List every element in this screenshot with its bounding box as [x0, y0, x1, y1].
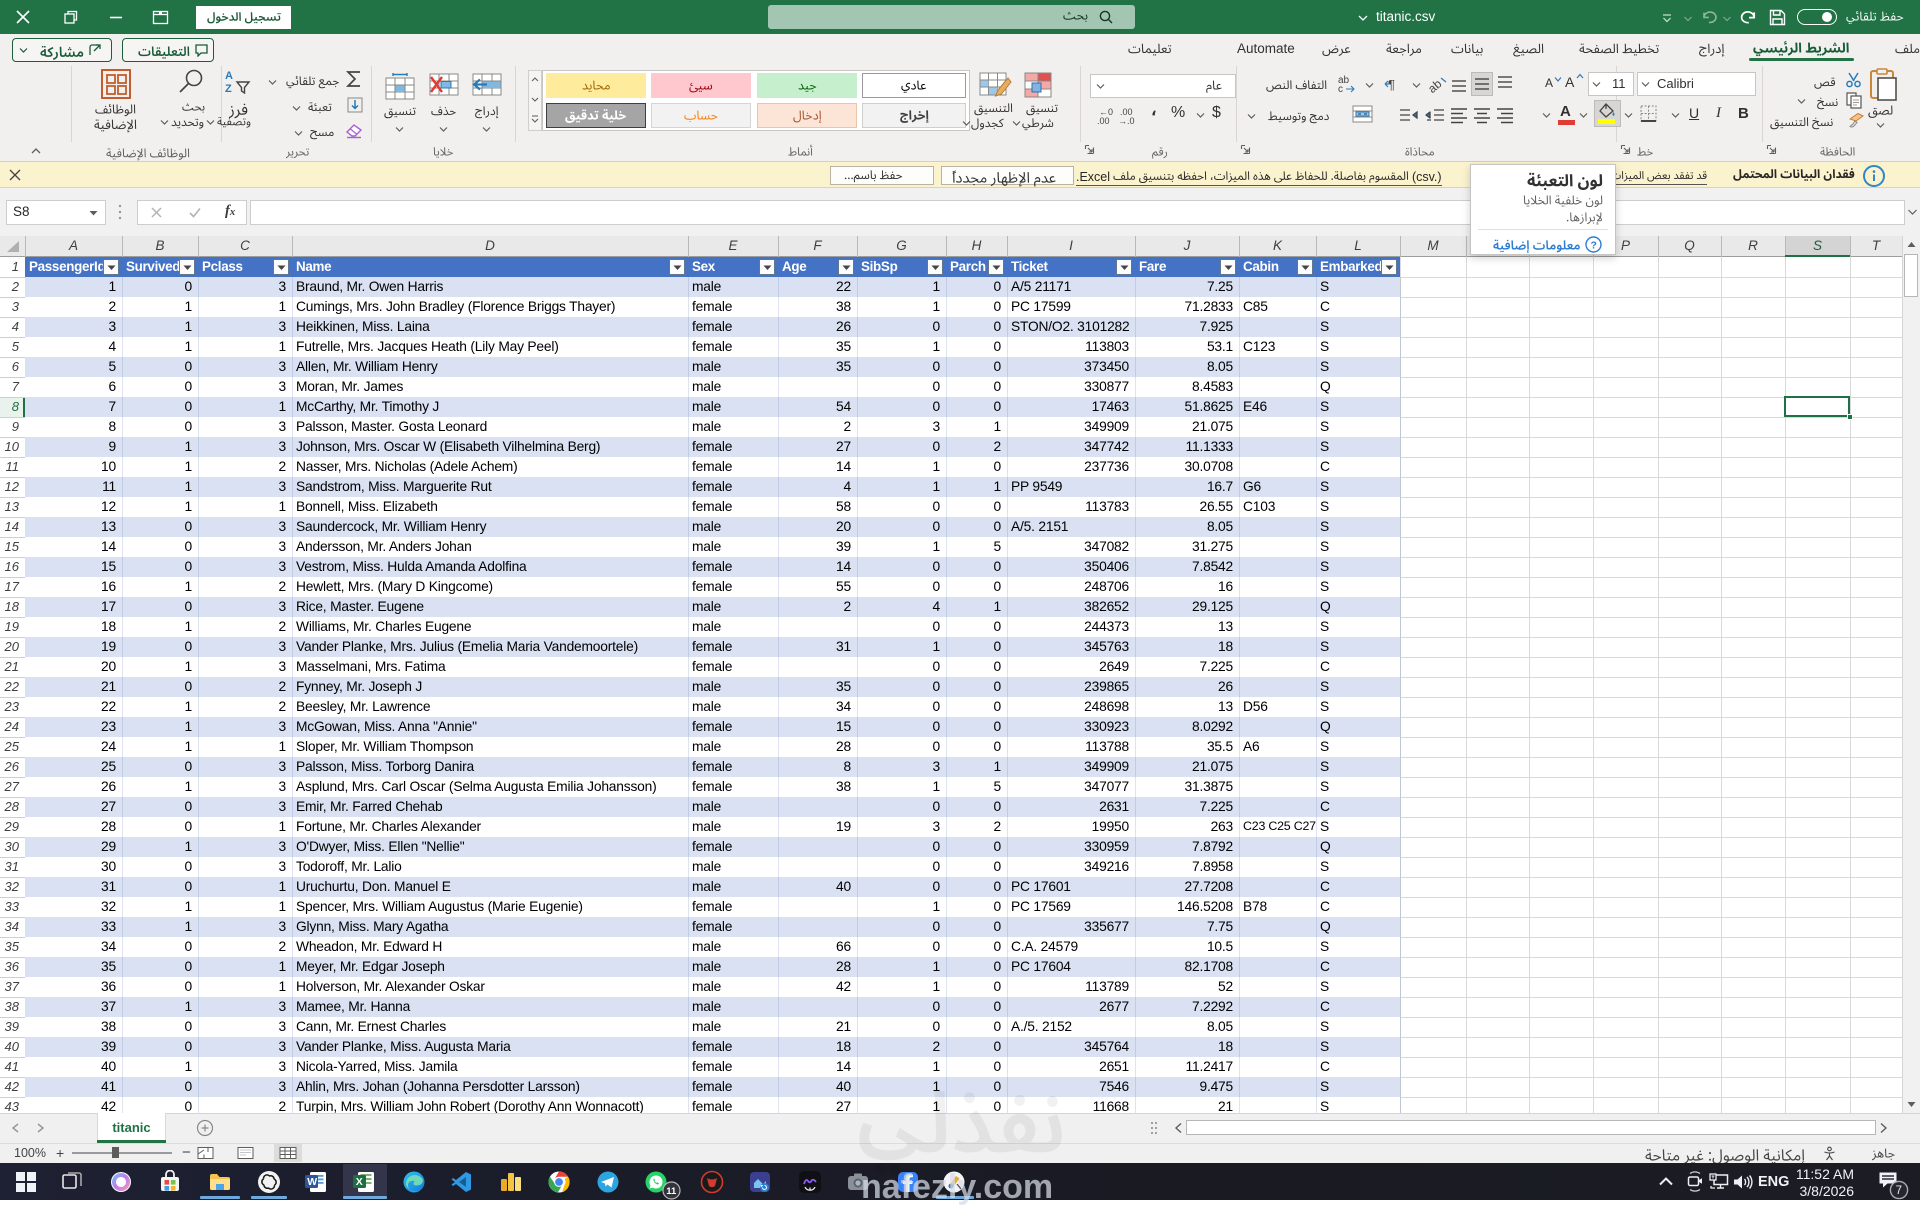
- svg-text:→.0: →.0: [1118, 116, 1135, 126]
- svg-text:¶: ¶: [1388, 77, 1395, 92]
- svg-text:7: 7: [1896, 1185, 1902, 1197]
- svg-text:.00: .00: [1097, 116, 1110, 126]
- svg-text:?: ?: [1591, 240, 1597, 252]
- svg-text:A: A: [225, 70, 233, 82]
- svg-text:c: c: [1338, 84, 1343, 94]
- svg-text:W: W: [307, 1176, 317, 1188]
- svg-text:X: X: [356, 1176, 363, 1188]
- svg-text:Z: Z: [225, 83, 232, 95]
- svg-text:11: 11: [666, 1186, 677, 1197]
